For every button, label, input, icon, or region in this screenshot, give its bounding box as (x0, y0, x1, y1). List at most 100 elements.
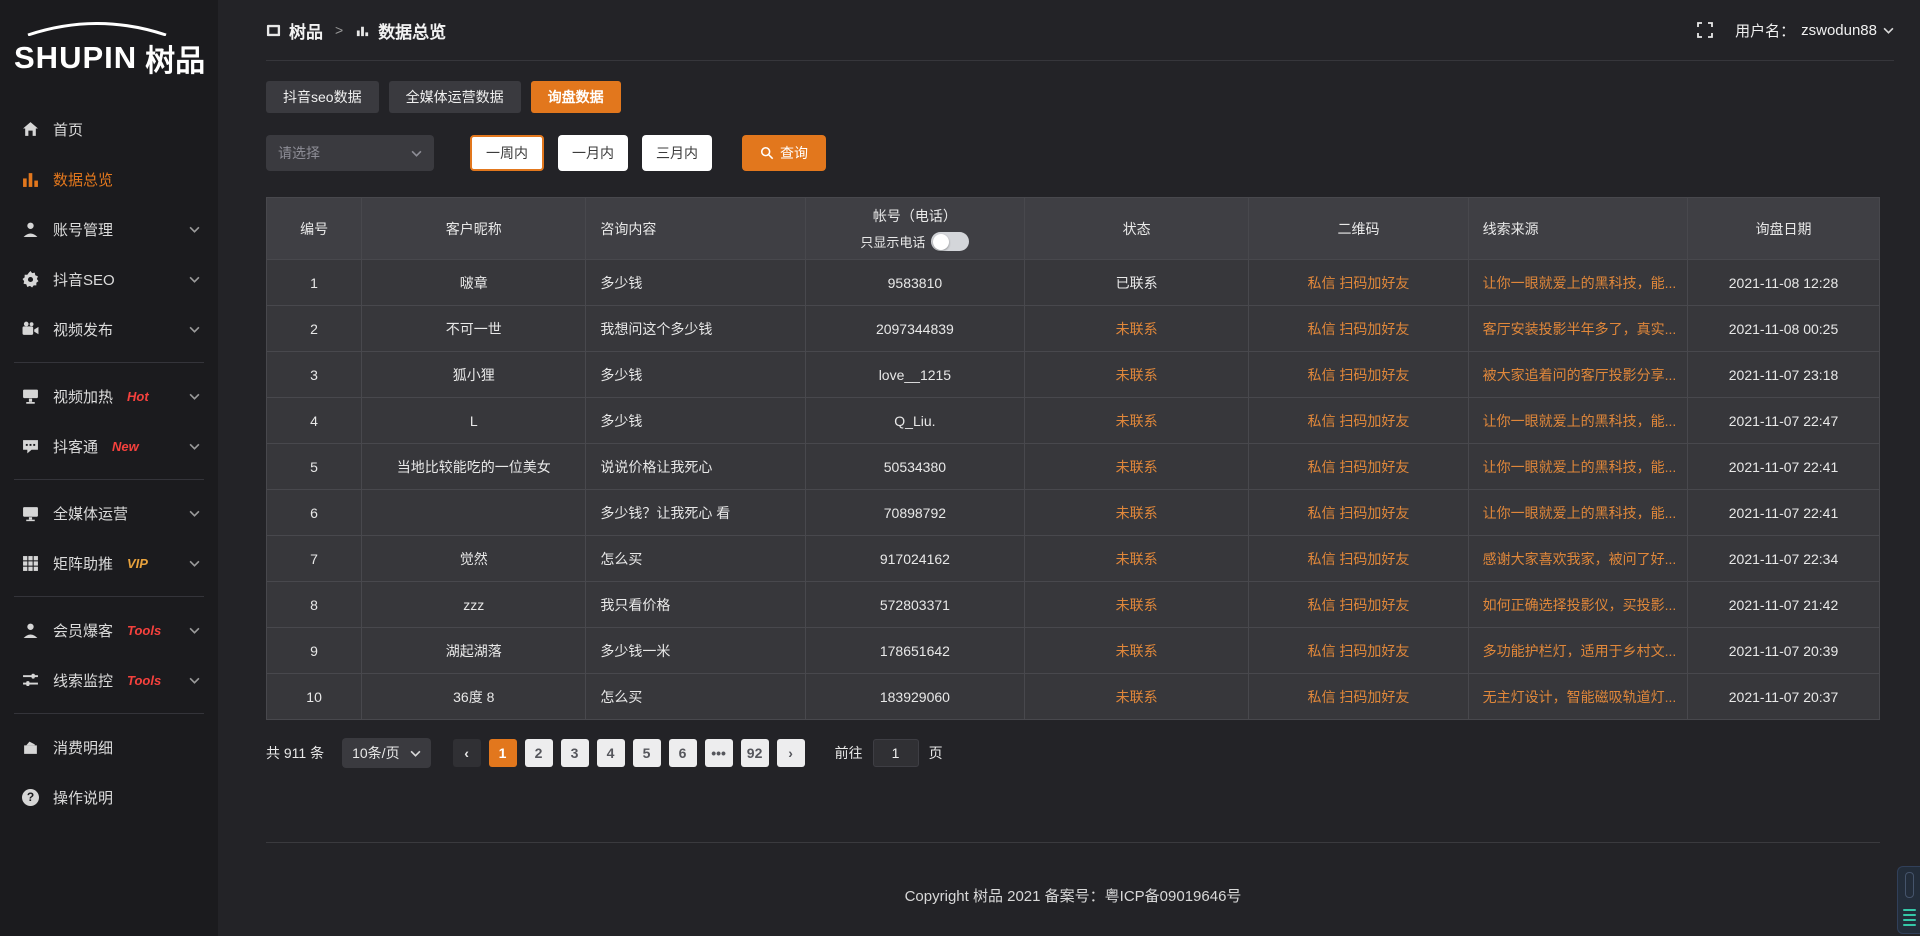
copyright-text: Copyright 树品 2021 备案号：粤ICP备09019646号 (905, 888, 1242, 905)
page-button-4[interactable]: 4 (597, 739, 625, 767)
floating-side-widget[interactable] (1897, 866, 1920, 934)
page-size-select[interactable]: 10条/页 (342, 738, 430, 768)
sidebar-item-video-heat[interactable]: 视频加热 Hot (0, 371, 218, 421)
cell-nickname: 湖起湖落 (362, 628, 586, 674)
range-button-0[interactable]: 一周内 (470, 135, 544, 171)
range-button-2[interactable]: 三月内 (642, 135, 712, 171)
cell-nickname: 当地比较能吃的一位美女 (362, 444, 586, 490)
status-badge: 未联系 (1025, 398, 1249, 444)
sidebar-item-account-mgmt[interactable]: 账号管理 (0, 204, 218, 254)
qrcode-link[interactable]: 私信 扫码加好友 (1249, 490, 1468, 536)
pagination: 共 911 条 10条/页 ‹ 123456•••92 › 前往 页 (266, 738, 1880, 768)
qrcode-link[interactable]: 私信 扫码加好友 (1249, 628, 1468, 674)
vip-badge: VIP (127, 556, 148, 571)
fullscreen-icon[interactable] (1697, 22, 1713, 38)
tab-2[interactable]: 询盘数据 (531, 81, 621, 113)
table-row: 8 zzz 我只看价格 572803371 未联系 私信 扫码加好友 如何正确选… (267, 582, 1880, 628)
page-button-2[interactable]: 2 (525, 739, 553, 767)
qrcode-link[interactable]: 私信 扫码加好友 (1249, 674, 1468, 720)
page-button-•••[interactable]: ••• (705, 739, 733, 767)
sidebar-item-home[interactable]: 首页 (0, 104, 218, 154)
cell-date: 2021-11-07 22:47 (1688, 398, 1880, 444)
sidebar-divider (14, 362, 204, 363)
new-badge: New (112, 439, 139, 454)
source-link[interactable]: 感谢大家喜欢我家，被问了好... (1468, 536, 1687, 582)
source-link[interactable]: 让你一眼就爱上的黑科技，能... (1468, 490, 1687, 536)
next-page-button[interactable]: › (777, 739, 805, 767)
range-button-1[interactable]: 一月内 (558, 135, 628, 171)
cell-account: 183929060 (805, 674, 1024, 720)
widget-bar (1903, 909, 1916, 911)
grid-icon (22, 555, 39, 572)
qrcode-link[interactable]: 私信 扫码加好友 (1249, 352, 1468, 398)
logo-arc (22, 22, 172, 36)
chevron-down-icon (189, 274, 200, 285)
qrcode-link[interactable]: 私信 扫码加好友 (1249, 536, 1468, 582)
widget-bar (1903, 914, 1916, 916)
sidebar-item-spend-detail[interactable]: 消费明细 (0, 722, 218, 772)
source-link[interactable]: 客厅安装投影半年多了，真实... (1468, 306, 1687, 352)
user-icon (22, 221, 39, 238)
cell-account: Q_Liu. (805, 398, 1024, 444)
tab-0[interactable]: 抖音seo数据 (266, 81, 379, 113)
sidebar-item-omnimedia[interactable]: 全媒体运营 (0, 488, 218, 538)
user-icon (22, 622, 39, 639)
filter-select[interactable]: 请选择 (266, 135, 434, 171)
logo-text-cn: 树品 (145, 36, 205, 80)
cell-date: 2021-11-07 20:37 (1688, 674, 1880, 720)
goto-page-input[interactable] (873, 739, 919, 767)
source-link[interactable]: 如何正确选择投影仪，买投影... (1468, 582, 1687, 628)
tab-1[interactable]: 全媒体运营数据 (389, 81, 521, 113)
page-button-92[interactable]: 92 (741, 739, 769, 767)
sidebar-item-member-burst[interactable]: 会员爆客 Tools (0, 605, 218, 655)
source-link[interactable]: 让你一眼就爱上的黑科技，能... (1468, 398, 1687, 444)
logo: SHUPIN 树品 (0, 14, 218, 86)
page-button-5[interactable]: 5 (633, 739, 661, 767)
qrcode-link[interactable]: 私信 扫码加好友 (1249, 398, 1468, 444)
qrcode-link[interactable]: 私信 扫码加好友 (1249, 260, 1468, 306)
search-button[interactable]: 查询 (742, 135, 826, 171)
cell-account: 9583810 (805, 260, 1024, 306)
cell-nickname: 啵章 (362, 260, 586, 306)
source-link[interactable]: 多功能护栏灯，适用于乡村文... (1468, 628, 1687, 674)
page-button-3[interactable]: 3 (561, 739, 589, 767)
sidebar-item-data-overview[interactable]: 数据总览 (0, 154, 218, 204)
sidebar-item-video-publish[interactable]: 视频发布 (0, 304, 218, 354)
source-link[interactable]: 无主灯设计，智能磁吸轨道灯... (1468, 674, 1687, 720)
qrcode-link[interactable]: 私信 扫码加好友 (1249, 306, 1468, 352)
page-button-1[interactable]: 1 (489, 739, 517, 767)
range-buttons: 一周内一月内三月内 (470, 135, 712, 171)
table-row: 7 觉然 怎么买 917024162 未联系 私信 扫码加好友 感谢大家喜欢我家… (267, 536, 1880, 582)
sidebar-item-douyin-seo[interactable]: 抖音SEO (0, 254, 218, 304)
source-link[interactable]: 让你一眼就爱上的黑科技，能... (1468, 444, 1687, 490)
page-size-value: 10条/页 (352, 743, 399, 763)
phone-only-toggle[interactable] (931, 232, 969, 251)
status-badge: 未联系 (1025, 306, 1249, 352)
sidebar-item-douketong[interactable]: 抖客通 New (0, 421, 218, 471)
table-row: 4 L 多少钱 Q_Liu. 未联系 私信 扫码加好友 让你一眼就爱上的黑科技，… (267, 398, 1880, 444)
qrcode-link[interactable]: 私信 扫码加好友 (1249, 444, 1468, 490)
qrcode-link[interactable]: 私信 扫码加好友 (1249, 582, 1468, 628)
sidebar-item-help[interactable]: ? 操作说明 (0, 772, 218, 822)
source-link[interactable]: 被大家追着问的客厅投影分享... (1468, 352, 1687, 398)
cell-date: 2021-11-07 23:18 (1688, 352, 1880, 398)
breadcrumb-root[interactable]: 树品 (289, 18, 323, 43)
table-header-row: 编号 客户昵称 咨询内容 帐号（电话） 只显示电话 (267, 198, 1880, 260)
bar-chart-icon (355, 23, 370, 38)
table-row: 6 多少钱？让我死心 看 70898792 未联系 私信 扫码加好友 让你一眼就… (267, 490, 1880, 536)
user-menu[interactable]: 用户名： zswodun88 (1735, 20, 1894, 41)
prev-page-button[interactable]: ‹ (453, 739, 481, 767)
table-row: 1 啵章 多少钱 9583810 已联系 私信 扫码加好友 让你一眼就爱上的黑科… (267, 260, 1880, 306)
breadcrumb-current[interactable]: 数据总览 (378, 18, 446, 43)
search-icon (760, 146, 774, 160)
sidebar-item-matrix-boost[interactable]: 矩阵助推 VIP (0, 538, 218, 588)
source-link[interactable]: 让你一眼就爱上的黑科技，能... (1468, 260, 1687, 306)
chevron-down-icon (189, 441, 200, 452)
page-button-6[interactable]: 6 (669, 739, 697, 767)
chevron-down-icon (410, 748, 421, 759)
sidebar-item-label: 全媒体运营 (53, 503, 128, 524)
sidebar-item-lead-monitor[interactable]: 线索监控 Tools (0, 655, 218, 705)
cell-account: love__1215 (805, 352, 1024, 398)
status-badge: 未联系 (1025, 490, 1249, 536)
col-account-label: 帐号（电话） (873, 206, 957, 226)
